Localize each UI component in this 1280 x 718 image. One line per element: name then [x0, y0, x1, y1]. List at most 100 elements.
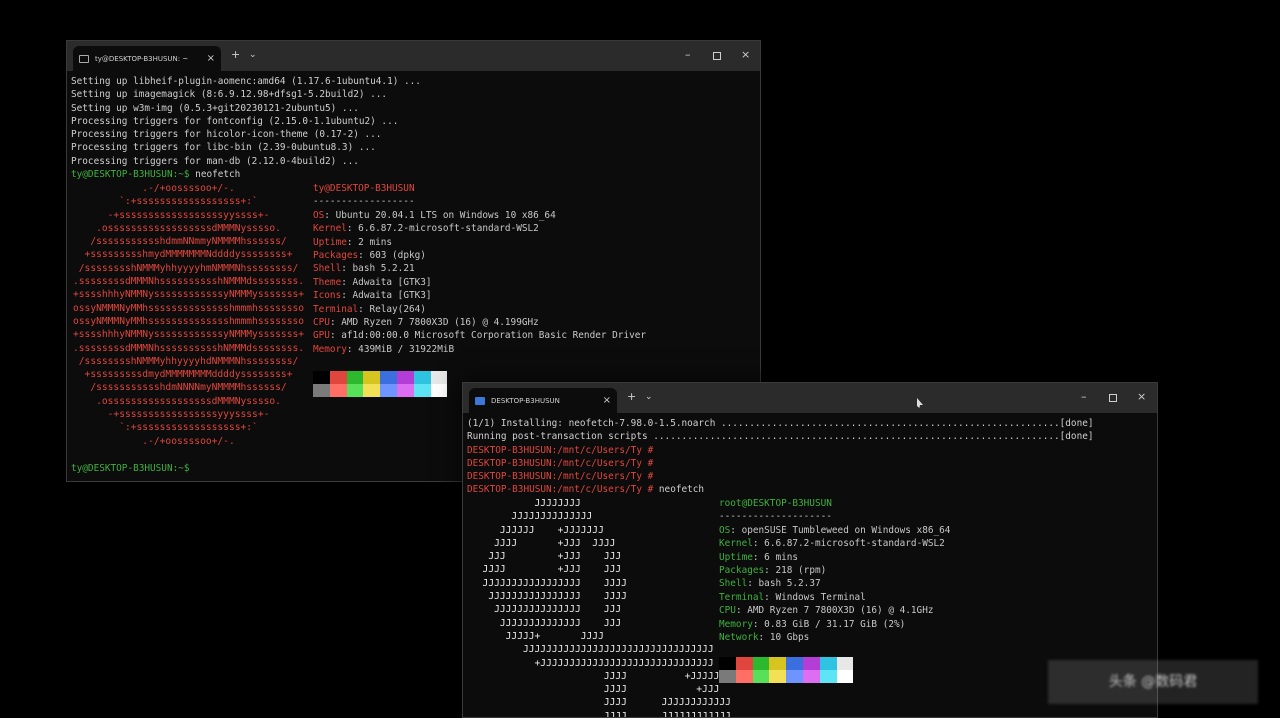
info-colon: :: [747, 578, 759, 590]
title-bar[interactable]: DESKTOP-B3HUSUN × + ⌄ – ×: [463, 383, 1157, 413]
watermark: 头条 @数码君: [1048, 660, 1258, 704]
opensuse-logo-ascii: JJJJJJJJ JJJJJJJJJJJJJJ JJJJJJ +JJJJJJJ …: [471, 497, 731, 718]
ascii-line: JJJJ +JJJ: [471, 684, 720, 696]
info-value: AMD Ryzen 7 7800X3D (16) @ 4.1GHz: [747, 605, 934, 617]
minimize-button[interactable]: –: [1081, 391, 1087, 403]
ascii-line: ossyNMMMNyMMhsssssssssssssshmmmhssssssso: [73, 315, 305, 327]
title-bar[interactable]: ty@DESKTOP-B3HUSUN: ~ × + ⌄ – ×: [67, 41, 760, 71]
info-separator: ------------------: [313, 196, 415, 208]
info-key: Network: [719, 631, 759, 643]
command-line: ty@DESKTOP-B3HUSUN:~$ neofetch: [71, 168, 421, 181]
ascii-line: +sssshhhyNMMNyssssssssssssyNMMMysssssss+: [73, 329, 305, 341]
dropdown-icon[interactable]: ⌄: [249, 48, 257, 62]
color-swatch: [769, 670, 787, 683]
terminal-tab[interactable]: ty@DESKTOP-B3HUSUN: ~ ×: [73, 46, 221, 71]
prompt: DESKTOP-B3HUSUN:/mnt/c/Users/Ty #: [467, 484, 654, 496]
output-line: Processing triggers for fontconfig (2.15…: [71, 115, 399, 127]
info-key: Terminal: [719, 591, 765, 603]
info-value: Windows Terminal: [775, 591, 866, 603]
new-tab-button[interactable]: +: [627, 390, 636, 404]
color-swatch: [380, 384, 397, 397]
info-value: openSUSE Tumbleweed on Windows x86_64: [741, 524, 951, 536]
info-key: Terminal: [313, 303, 359, 315]
ascii-line: +sssshhhyNMMNyssssssssssssyNMMMysssssss+: [73, 289, 305, 301]
info-value: 6 mins: [764, 551, 799, 563]
info-row: Terminal: Windows Terminal: [719, 591, 950, 604]
info-row: Uptime: 2 mins: [313, 236, 646, 249]
tab-close-icon[interactable]: ×: [603, 395, 611, 406]
minimize-button[interactable]: –: [685, 49, 691, 61]
dropdown-icon[interactable]: ⌄: [645, 390, 653, 404]
info-key: Theme: [313, 276, 342, 288]
info-key: CPU: [313, 316, 330, 328]
color-swatch: [719, 657, 736, 670]
info-row: Packages: 218 (rpm): [719, 564, 950, 577]
color-swatch: [430, 371, 448, 384]
terminal-output[interactable]: (1/1) Installing: neofetch-7.98.0-1.5.no…: [467, 417, 1094, 497]
info-value: af1d:00:00.0 Microsoft Corporation Basic…: [341, 330, 647, 342]
ascii-line: JJJJ +JJJ JJJ: [471, 564, 622, 576]
info-key: Kernel: [313, 223, 347, 235]
color-swatch: [786, 657, 803, 670]
info-key: Shell: [719, 578, 748, 590]
ascii-line: /sssssssshNMMMyhhyyyyhmNMMMNhssssssss/: [73, 262, 299, 274]
info-row: CPU: AMD Ryzen 7 7800X3D (16) @ 4.199GHz: [313, 316, 646, 329]
maximize-button[interactable]: [1109, 393, 1117, 405]
info-value: 6.6.87.2-microsoft-standard-WSL2: [764, 538, 945, 550]
new-tab-button[interactable]: +: [231, 48, 240, 62]
info-value: 10 Gbps: [769, 631, 810, 643]
color-swatch: [329, 384, 347, 397]
color-swatch: [752, 670, 770, 683]
ascii-line: /sssssssshNMMMyhhyyyyhdNMMMNhssssssss/: [73, 355, 299, 367]
close-button[interactable]: ×: [1137, 391, 1146, 403]
info-value: Adwaita [GTK3]: [352, 290, 432, 302]
info-value: 2 mins: [358, 236, 393, 248]
maximize-button[interactable]: [713, 51, 721, 63]
maximize-icon: [1109, 394, 1117, 402]
close-button[interactable]: ×: [741, 49, 750, 61]
info-title: root@DESKTOP-B3HUSUN: [719, 497, 950, 510]
ascii-line: JJJJJJJJJJJJJJJ JJJ: [471, 604, 622, 616]
info-row: Kernel: 6.6.87.2-microsoft-standard-WSL2: [313, 222, 646, 235]
ascii-line: .ossssssssssssssssssdMMMNysssso.: [73, 395, 281, 407]
ascii-line: `:+ssssssssssssssssss+:`: [73, 422, 258, 434]
ascii-line: -+sssssssssssssssssyyyssss+-: [73, 409, 270, 421]
ascii-line: +ssssssssshmydMMMMMMMNddddyssssssss+: [73, 249, 293, 261]
info-colon: :: [752, 538, 765, 550]
final-prompt-line[interactable]: ty@DESKTOP-B3HUSUN:~$: [71, 462, 190, 475]
info-key: Icons: [313, 290, 342, 302]
info-colon: :: [341, 263, 353, 275]
tab-close-icon[interactable]: ×: [207, 53, 215, 64]
ascii-line: JJJJJJJJJJJJJJ: [471, 511, 593, 523]
color-swatch: [363, 384, 381, 397]
ascii-line: .ssssssssdMMMNhsssssssssshNMMMdssssssss.: [73, 276, 305, 288]
ascii-line: JJJJ JJJJJJJJJJJJ: [471, 710, 731, 718]
info-colon: :: [341, 276, 353, 288]
info-row: OS: Ubuntu 20.04.1 LTS on Windows 10 x86…: [313, 209, 646, 222]
color-swatch: [802, 670, 820, 683]
ascii-line: JJJJ JJJJJJJJJJJJ: [471, 697, 731, 709]
info-value: bash 5.2.37: [758, 578, 821, 590]
info-colon: :: [752, 618, 765, 630]
info-key: GPU: [313, 330, 330, 342]
ascii-line: JJJJ +JJJ JJJJ: [471, 537, 616, 549]
info-colon: :: [358, 303, 370, 315]
info-value: 6.6.87.2-microsoft-standard-WSL2: [358, 223, 539, 235]
ascii-line: /ssssssssssshdmmNNmmyNMMMMhssssss/: [73, 236, 287, 248]
ascii-line: .ossssssssssssssssssdMMMNysssso.: [73, 222, 281, 234]
system-info: root@DESKTOP-B3HUSUN --------------------…: [719, 497, 950, 644]
ascii-line: -+ssssssssssssssssssyyssss+-: [73, 209, 270, 221]
tab-title: ty@DESKTOP-B3HUSUN: ~: [95, 54, 189, 63]
info-colon: :: [735, 605, 748, 617]
ascii-line: JJJJJJ +JJJJJJJ: [471, 524, 604, 536]
info-row: Memory: 439MiB / 31922MiB: [313, 343, 646, 356]
info-key: CPU: [719, 605, 736, 617]
info-row: OS: openSUSE Tumbleweed on Windows x86_6…: [719, 524, 950, 537]
info-key: Uptime: [719, 551, 753, 563]
terminal-tab[interactable]: DESKTOP-B3HUSUN ×: [469, 388, 617, 413]
info-title: ty@DESKTOP-B3HUSUN: [313, 182, 646, 195]
info-colon: :: [358, 249, 370, 261]
output-line: Setting up libheif-plugin-aomenc:amd64 (…: [71, 76, 421, 87]
terminal-output[interactable]: Setting up libheif-plugin-aomenc:amd64 (…: [71, 75, 421, 181]
ascii-line: `:+ssssssssssssssssss+:`: [73, 196, 258, 208]
